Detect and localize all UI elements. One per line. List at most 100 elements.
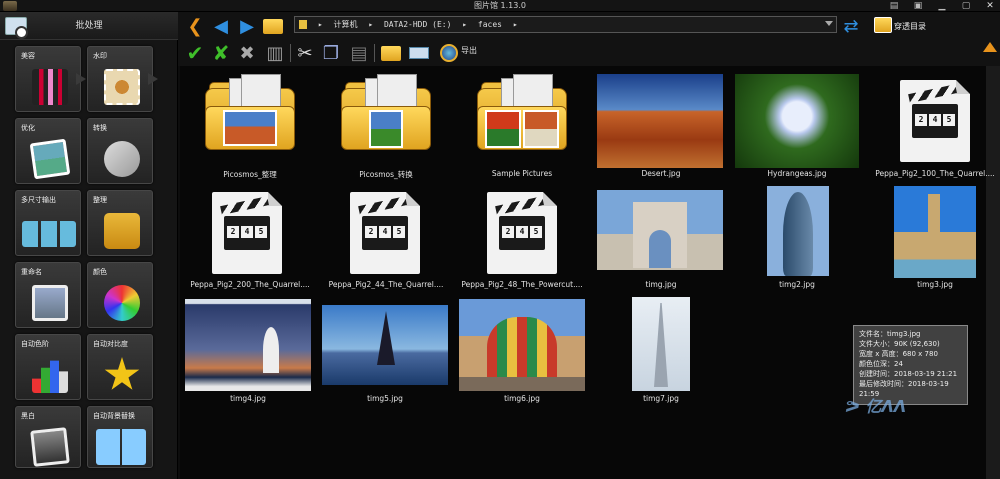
open-folder-icon[interactable] [262,15,284,37]
tile-black-white[interactable]: 黑白 [15,406,81,468]
forward-arrow-icon[interactable]: ▶ [236,15,258,37]
tooltip-line: 文件大小：90K (92,630) [859,340,940,348]
collapse-up-icon[interactable] [983,42,997,52]
image-thumbnail [597,190,723,270]
rename-field-icon[interactable] [408,42,430,64]
title-bar: 图片馆 1.13.0 ▤ ▣ ▁ ▢ ✕ [0,0,1000,12]
export-icon[interactable] [438,42,460,64]
skin-icon[interactable]: ▤ [888,1,900,11]
tile-multi-size-output[interactable]: 多尺寸输出 [15,190,81,256]
uncheck-icon[interactable]: ✘ [210,41,232,65]
trash-icon[interactable]: ▥ [264,42,286,64]
check-icon[interactable]: ✔ [184,41,206,65]
tile-label: 水印 [93,52,107,60]
tile-arrow-icon [148,73,158,85]
breadcrumb-item[interactable]: faces [478,20,502,29]
file-name: Picosmos_转换 [359,170,413,179]
tile-auto-levels[interactable]: 自动色阶 [15,334,81,400]
tile-rename[interactable]: 重命名 [15,262,81,328]
file-grid [180,66,996,479]
video-file-icon: 245 [487,192,557,274]
tile-label: 美容 [21,52,35,60]
contrast-icon [104,357,140,390]
batch-sidebar: 批处理 美容 水印 优化 转换 多尺寸输出 整理 重命名 颜色 自动色阶 自动对… [0,12,178,479]
tile-color[interactable]: 颜色 [87,262,153,328]
batch-header-label: 批处理 [75,21,103,31]
photo-enhance-icon [29,138,71,180]
tile-label: 转换 [93,124,107,132]
tooltip-line: 宽度 x 高度：680 x 780 [859,350,938,358]
tile-optimize[interactable]: 优化 [15,118,81,184]
toolbar: ❮ ◀ ▶ ▸ 计算机 ▸ DATA2-HDD (E:) ▸ faces ▸ ⇄… [178,12,1000,66]
paste-icon[interactable]: ▤ [348,42,370,64]
through-dir-icon[interactable] [872,14,894,36]
folder-photos-icon [104,213,140,249]
image-thumbnail [597,74,723,168]
tile-label: 自动色阶 [21,340,49,348]
multi-size-icon [22,221,76,247]
scrollbar[interactable] [986,66,1000,479]
tile-label: 多尺寸输出 [21,196,56,204]
breadcrumb: ▸ 计算机 ▸ DATA2-HDD (E:) ▸ faces ▸ [299,17,524,32]
tools-icon[interactable]: ✖ [236,42,258,64]
tile-label: 自动背景替换 [93,412,135,420]
tile-label: 整理 [93,196,107,204]
file-name: timg3.jpg [917,280,953,289]
cut-icon[interactable]: ✂ [294,42,316,64]
tile-watermark[interactable]: 水印 [87,46,153,112]
stamp-icon [104,69,140,105]
histogram-icon [32,360,68,393]
tile-label: 自动对比度 [93,340,128,348]
new-folder-icon[interactable] [380,42,402,64]
file-name: timg4.jpg [230,394,266,403]
back-arrow-icon[interactable]: ◀ [210,15,232,37]
window-title: 图片馆 1.13.0 [474,1,526,10]
color-palette-icon [104,285,140,321]
batch-header[interactable]: 批处理 [0,12,178,40]
file-name: timg.jpg [645,280,677,289]
tile-organize[interactable]: 整理 [87,190,153,256]
window-controls: ▤ ▣ ▁ ▢ ✕ [888,0,996,12]
video-file-icon: 245 [900,80,970,162]
tile-arrow-icon [76,73,86,85]
tile-convert[interactable]: 转换 [87,118,153,184]
separator [290,44,291,62]
tile-beauty[interactable]: 美容 [15,46,81,112]
image-thumbnail [459,299,585,391]
address-bar[interactable]: ▸ 计算机 ▸ DATA2-HDD (E:) ▸ faces ▸ [294,16,837,33]
tile-auto-contrast[interactable]: 自动对比度 [87,334,153,400]
file-name: timg6.jpg [504,394,540,403]
drive-icon [299,20,307,29]
tile-auto-background-replace[interactable]: 自动背景替换 [87,406,153,468]
folder-icon [205,74,295,150]
file-name: Peppa_Pig2_48_The_Powercut.... [461,280,583,289]
separator [374,44,375,62]
minimize-button[interactable]: ▁ [936,1,948,11]
file-name: Peppa_Pig2_100_The_Quarrel.... [875,169,995,178]
file-name: timg2.jpg [779,280,815,289]
back-chevron-icon[interactable]: ❮ [184,15,206,37]
through-dir-label[interactable]: 穿透目录 [894,21,926,32]
breadcrumb-item[interactable]: DATA2-HDD (E:) [384,20,451,29]
image-thumbnail [735,74,859,168]
file-name: Peppa_Pig2_200_The_Quarrel.... [190,280,310,289]
close-button[interactable]: ✕ [984,1,996,11]
breadcrumb-item[interactable]: 计算机 [333,20,357,29]
chevron-down-icon[interactable] [825,21,833,26]
image-thumbnail [632,297,690,391]
settings-icon[interactable]: ▣ [912,1,924,11]
lipstick-icon [32,69,68,105]
file-name: Desert.jpg [641,169,681,178]
maximize-button[interactable]: ▢ [960,1,972,11]
tooltip-line: 创建时间：2018-03-19 21:21 [859,370,958,378]
file-name: Peppa_Pig2_44_The_Quarrel.... [328,280,444,289]
bw-photo-icon [30,427,70,467]
file-name: Hydrangeas.jpg [767,169,827,178]
image-thumbnail [767,186,829,276]
copy-icon[interactable]: ❐ [320,42,342,64]
export-label[interactable]: 导出 [461,45,477,56]
refresh-icon[interactable]: ⇄ [840,15,862,37]
video-file-icon: 245 [350,192,420,274]
file-name: Sample Pictures [491,169,553,178]
image-thumbnail [322,305,448,385]
